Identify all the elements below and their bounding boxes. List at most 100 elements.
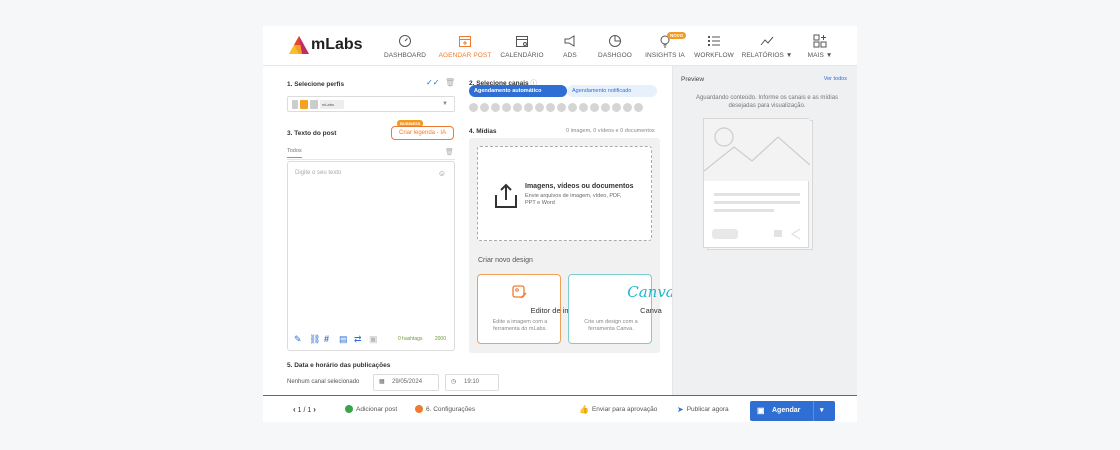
checklist-icon xyxy=(708,36,720,46)
paper-plane-icon: ➤ xyxy=(677,405,684,414)
hashtag-count: 0 hashtags xyxy=(398,336,423,342)
nav-agendar-post[interactable]: AGENDAR POST xyxy=(435,34,495,59)
gear-icon xyxy=(415,405,423,413)
date-value: 29/05/2024 xyxy=(392,379,423,385)
link-icon[interactable]: ⛓ xyxy=(309,335,320,344)
mock-post-preview xyxy=(703,118,811,248)
channel-icon[interactable] xyxy=(634,103,643,112)
nav-workflow[interactable]: WORKFLOW xyxy=(684,34,744,59)
criar-legenda-button[interactable]: Criar legenda - IA xyxy=(391,126,454,140)
channel-icon[interactable] xyxy=(601,103,610,112)
brand-name: mLabs xyxy=(311,36,363,53)
ver-todos-link[interactable]: Ver todos xyxy=(824,76,847,82)
nav-label: CALENDÁRIO xyxy=(500,52,544,59)
nav-mais[interactable]: MAIS ▼ xyxy=(790,34,850,59)
calendar-icon: ▦ xyxy=(379,379,385,385)
chevron-down-icon: ▼ xyxy=(442,101,448,107)
prev-post-icon[interactable]: ‹ xyxy=(293,405,296,414)
profile-icon xyxy=(300,100,308,109)
canva-subtitle: Crie um design com a ferramenta Canva. xyxy=(584,319,638,332)
document-icon[interactable]: ▤ xyxy=(339,335,348,344)
pager-value: 1 / 1 xyxy=(297,407,312,414)
button-divider xyxy=(813,401,814,421)
char-count: 2000 xyxy=(434,336,446,342)
nav-dashboard[interactable]: DASHBOARD xyxy=(375,34,435,59)
configuracoes-label: 6. Configurações xyxy=(426,405,476,413)
profile-chip: mLabs xyxy=(320,100,344,109)
select-all-icon[interactable]: ✓✓ xyxy=(426,78,439,87)
megaphone-icon xyxy=(564,35,575,47)
trash-icon[interactable]: 🗑 xyxy=(445,78,455,87)
channel-icon[interactable] xyxy=(535,103,544,112)
tab-divider xyxy=(287,159,455,160)
profile-avatar xyxy=(292,100,298,109)
line-chart-icon xyxy=(760,36,774,46)
post-text-area[interactable]: Digite o seu texto ☺ ✎ ⛓ # ▤ ⇄ ▣ 0 hasht… xyxy=(287,161,455,351)
hashtag-icon[interactable]: # xyxy=(324,335,333,344)
agendar-button[interactable]: ▣ Agendar ▾ xyxy=(750,401,835,421)
nav-label: ADS xyxy=(563,52,577,59)
preview-panel: Preview Ver todos Aguardando conteúdo. I… xyxy=(672,66,857,396)
adicionar-post-button[interactable]: Adicionar post xyxy=(345,405,397,413)
channel-icon[interactable] xyxy=(513,103,522,112)
step5-title: 5. Data e horário das publicações xyxy=(287,362,391,369)
agendamento-automatico-pill[interactable]: Agendamento automático xyxy=(469,85,567,97)
canva-card[interactable]: Canva Canva Crie um design com a ferrame… xyxy=(568,274,675,344)
dropzone-subtitle: Envie arquivos de imagem, vídeo, PDF, PP… xyxy=(525,193,622,206)
channel-icon[interactable] xyxy=(546,103,555,112)
channel-icon[interactable] xyxy=(579,103,588,112)
step1-title: 1. Selecione perfis xyxy=(287,81,345,88)
enviar-aprovacao-button[interactable]: 👍 Enviar para aprovação xyxy=(579,405,657,414)
agendar-label: Agendar xyxy=(772,407,801,414)
step4-title: 4. Mídias xyxy=(469,128,497,135)
editor-subtitle: Edite a imagem com a ferramenta do mLabs… xyxy=(492,319,548,332)
channel-icon[interactable] xyxy=(480,103,489,112)
chevron-down-icon[interactable]: ▾ xyxy=(820,406,824,414)
channel-icon[interactable] xyxy=(568,103,577,112)
app-window: mLabs DASHBOARD AGENDAR POST CALENDÁRIO … xyxy=(263,26,857,422)
post-pager: ‹ 1 / 1 › xyxy=(293,405,316,414)
profile-select[interactable]: mLabs ▼ xyxy=(287,96,455,112)
repeat-icon[interactable]: ⇄ xyxy=(354,335,363,344)
next-post-icon[interactable]: › xyxy=(313,405,316,414)
emoji-icon[interactable]: ☺ xyxy=(438,169,446,178)
channel-icon[interactable] xyxy=(612,103,621,112)
pill-label: Agendamento notificado xyxy=(572,88,632,94)
upload-dropzone[interactable]: Imagens, vídeos ou documentos Envie arqu… xyxy=(477,146,652,241)
placeholder-image-icon xyxy=(703,119,811,240)
nav-label: WORKFLOW xyxy=(694,52,734,59)
preview-waiting-text: Aguardando conteúdo. Informe os canais e… xyxy=(695,95,839,109)
channel-icon[interactable] xyxy=(557,103,566,112)
time-input[interactable]: ◷ 19:10 xyxy=(445,374,499,391)
pie-chart-icon xyxy=(609,35,621,47)
channel-icon[interactable] xyxy=(469,103,478,112)
nav-label: INSIGHTS IA xyxy=(645,52,685,59)
date-input[interactable]: ▦ 29/05/2024 xyxy=(373,374,439,391)
top-navigation: mLabs DASHBOARD AGENDAR POST CALENDÁRIO … xyxy=(263,26,857,66)
channel-icon[interactable] xyxy=(623,103,632,112)
tab-todos[interactable]: Todos xyxy=(287,148,302,158)
nav-relatorios[interactable]: RELATÓRIOS ▼ xyxy=(737,34,797,59)
nav-label: DASHGOO xyxy=(598,52,632,59)
channel-icon[interactable] xyxy=(502,103,511,112)
channel-icon[interactable] xyxy=(524,103,533,112)
image-icon[interactable]: ▣ xyxy=(369,335,378,344)
nenhum-canal-label: Nenhum canal selecionado xyxy=(287,379,360,385)
configuracoes-button[interactable]: 6. Configurações xyxy=(415,405,475,413)
plus-circle-icon xyxy=(345,405,353,413)
brand-logo[interactable]: mLabs xyxy=(289,36,363,54)
channel-icon[interactable] xyxy=(590,103,599,112)
agendamento-notificado-pill[interactable]: Agendamento notificado xyxy=(567,85,657,97)
magic-wand-icon[interactable]: ✎ xyxy=(294,335,303,344)
thumbs-up-icon: 👍 xyxy=(579,405,589,414)
channel-icon[interactable] xyxy=(491,103,500,112)
text-tools: ✎ ⛓ # ▤ ⇄ ▣ xyxy=(294,335,378,344)
grid-plus-icon xyxy=(813,34,827,48)
trash-icon[interactable]: 🗑 xyxy=(445,148,454,156)
text-placeholder: Digite o seu texto xyxy=(295,170,342,176)
publicar-label: Publicar agora xyxy=(686,406,729,413)
midias-panel: Imagens, vídeos ou documentos Envie arqu… xyxy=(469,138,675,353)
editor-de-imagem-card[interactable]: Editor de imagem Edite a imagem com a fe… xyxy=(477,274,589,344)
publicar-agora-button[interactable]: ➤ Publicar agora xyxy=(677,405,729,414)
calendar-check-icon: ▣ xyxy=(757,406,765,415)
